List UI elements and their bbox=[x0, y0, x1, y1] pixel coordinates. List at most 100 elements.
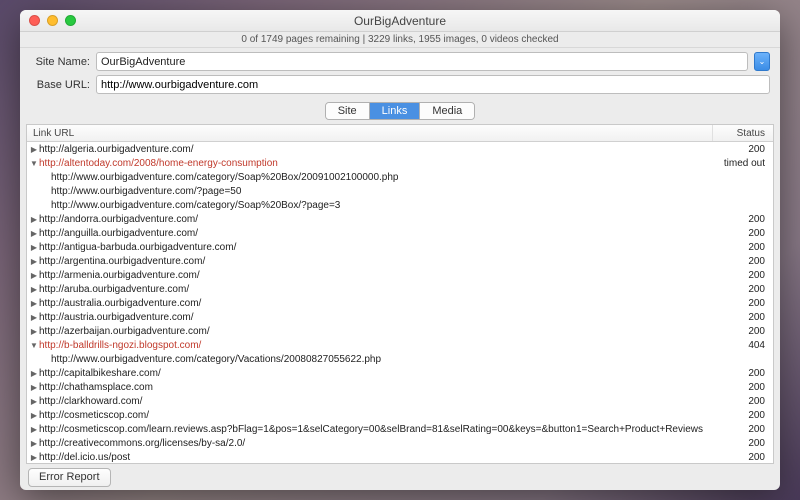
row-status: 200 bbox=[713, 270, 773, 281]
disclosure-right-icon[interactable]: ▶ bbox=[29, 327, 39, 336]
row-status: 200 bbox=[713, 424, 773, 435]
table-row[interactable]: ▶http://australia.ourbigadventure.com/20… bbox=[27, 296, 773, 310]
table-header[interactable]: Link URL Status bbox=[27, 125, 773, 142]
row-url: http://australia.ourbigadventure.com/ bbox=[39, 298, 713, 309]
tab-links[interactable]: Links bbox=[370, 103, 421, 119]
row-url: http://cosmeticscop.com/ bbox=[39, 410, 713, 421]
row-url: http://anguilla.ourbigadventure.com/ bbox=[39, 228, 713, 239]
table-row[interactable]: ▶http://antigua-barbuda.ourbigadventure.… bbox=[27, 240, 773, 254]
row-url: http://austria.ourbigadventure.com/ bbox=[39, 312, 713, 323]
titlebar[interactable]: OurBigAdventure bbox=[20, 10, 780, 32]
table-body[interactable]: ▶http://algeria.ourbigadventure.com/200▼… bbox=[27, 142, 773, 463]
disclosure-down-icon[interactable]: ▼ bbox=[29, 341, 39, 350]
row-status: 200 bbox=[713, 382, 773, 393]
disclosure-right-icon[interactable]: ▶ bbox=[29, 243, 39, 252]
table-row[interactable]: ▶http://anguilla.ourbigadventure.com/200 bbox=[27, 226, 773, 240]
table-row[interactable]: ▶http://del.icio.us/post200 bbox=[27, 450, 773, 463]
error-report-button[interactable]: Error Report bbox=[28, 468, 111, 487]
disclosure-right-icon[interactable]: ▶ bbox=[29, 397, 39, 406]
row-url: http://argentina.ourbigadventure.com/ bbox=[39, 256, 713, 267]
row-status: 200 bbox=[713, 242, 773, 253]
row-status: 200 bbox=[713, 368, 773, 379]
table-row[interactable]: http://www.ourbigadventure.com/category/… bbox=[27, 170, 773, 184]
row-status: timed out bbox=[713, 158, 773, 169]
site-name-label: Site Name: bbox=[30, 56, 90, 68]
view-segmented-control: Site Links Media bbox=[20, 100, 780, 124]
disclosure-right-icon[interactable]: ▶ bbox=[29, 299, 39, 308]
row-status: 200 bbox=[713, 438, 773, 449]
links-table: Link URL Status ▶http://algeria.ourbigad… bbox=[26, 124, 774, 464]
table-row[interactable]: ▶http://andorra.ourbigadventure.com/200 bbox=[27, 212, 773, 226]
row-url: http://andorra.ourbigadventure.com/ bbox=[39, 214, 713, 225]
close-icon[interactable] bbox=[29, 15, 40, 26]
base-url-input[interactable] bbox=[96, 75, 770, 94]
table-row[interactable]: ▶http://cosmeticscop.com/learn.reviews.a… bbox=[27, 422, 773, 436]
row-url: http://b-balldrills-ngozi.blogspot.com/ bbox=[39, 340, 713, 351]
disclosure-right-icon[interactable]: ▶ bbox=[29, 271, 39, 280]
disclosure-down-icon[interactable]: ▼ bbox=[29, 159, 39, 168]
status-summary: 0 of 1749 pages remaining | 3229 links, … bbox=[20, 32, 780, 48]
row-status: 200 bbox=[713, 396, 773, 407]
disclosure-right-icon[interactable]: ▶ bbox=[29, 145, 39, 154]
table-row[interactable]: http://www.ourbigadventure.com/category/… bbox=[27, 352, 773, 366]
disclosure-right-icon[interactable]: ▶ bbox=[29, 285, 39, 294]
table-row[interactable]: ▼http://altentoday.com/2008/home-energy-… bbox=[27, 156, 773, 170]
row-status: 200 bbox=[713, 298, 773, 309]
tab-media[interactable]: Media bbox=[420, 103, 474, 119]
table-row[interactable]: ▶http://chathamsplace.com200 bbox=[27, 380, 773, 394]
disclosure-right-icon[interactable]: ▶ bbox=[29, 383, 39, 392]
disclosure-right-icon[interactable]: ▶ bbox=[29, 215, 39, 224]
table-row[interactable]: ▶http://capitalbikeshare.com/200 bbox=[27, 366, 773, 380]
traffic-lights bbox=[20, 15, 76, 26]
table-row[interactable]: ▼http://b-balldrills-ngozi.blogspot.com/… bbox=[27, 338, 773, 352]
row-url: http://capitalbikeshare.com/ bbox=[39, 368, 713, 379]
table-row[interactable]: ▶http://algeria.ourbigadventure.com/200 bbox=[27, 142, 773, 156]
table-row[interactable]: ▶http://austria.ourbigadventure.com/200 bbox=[27, 310, 773, 324]
row-url: http://del.icio.us/post bbox=[39, 452, 713, 463]
row-status: 200 bbox=[713, 256, 773, 267]
disclosure-right-icon[interactable]: ▶ bbox=[29, 453, 39, 462]
table-row[interactable]: ▶http://azerbaijan.ourbigadventure.com/2… bbox=[27, 324, 773, 338]
footer: Error Report bbox=[20, 464, 780, 490]
row-url: http://www.ourbigadventure.com/category/… bbox=[51, 200, 713, 211]
table-row[interactable]: ▶http://argentina.ourbigadventure.com/20… bbox=[27, 254, 773, 268]
app-window: OurBigAdventure 0 of 1749 pages remainin… bbox=[20, 10, 780, 490]
row-url: http://armenia.ourbigadventure.com/ bbox=[39, 270, 713, 281]
site-name-input[interactable] bbox=[96, 52, 748, 71]
disclosure-right-icon[interactable]: ▶ bbox=[29, 369, 39, 378]
window-title: OurBigAdventure bbox=[20, 14, 780, 28]
table-row[interactable]: ▶http://cosmeticscop.com/200 bbox=[27, 408, 773, 422]
zoom-icon[interactable] bbox=[65, 15, 76, 26]
column-url[interactable]: Link URL bbox=[27, 125, 713, 141]
row-url: http://azerbaijan.ourbigadventure.com/ bbox=[39, 326, 713, 337]
tab-site[interactable]: Site bbox=[326, 103, 370, 119]
row-status: 200 bbox=[713, 452, 773, 463]
disclosure-right-icon[interactable]: ▶ bbox=[29, 439, 39, 448]
table-row[interactable]: ▶http://armenia.ourbigadventure.com/200 bbox=[27, 268, 773, 282]
row-status: 200 bbox=[713, 228, 773, 239]
base-url-label: Base URL: bbox=[30, 79, 90, 91]
disclosure-right-icon[interactable]: ▶ bbox=[29, 229, 39, 238]
row-status: 200 bbox=[713, 326, 773, 337]
column-status[interactable]: Status bbox=[713, 125, 773, 141]
table-row[interactable]: http://www.ourbigadventure.com/category/… bbox=[27, 198, 773, 212]
disclosure-right-icon[interactable]: ▶ bbox=[29, 425, 39, 434]
disclosure-right-icon[interactable]: ▶ bbox=[29, 411, 39, 420]
table-row[interactable]: http://www.ourbigadventure.com/?page=50 bbox=[27, 184, 773, 198]
site-dropdown-button[interactable]: ⌄ bbox=[754, 52, 770, 71]
row-status: 200 bbox=[713, 410, 773, 421]
disclosure-right-icon[interactable]: ▶ bbox=[29, 257, 39, 266]
row-url: http://www.ourbigadventure.com/category/… bbox=[51, 172, 713, 183]
minimize-icon[interactable] bbox=[47, 15, 58, 26]
table-row[interactable]: ▶http://aruba.ourbigadventure.com/200 bbox=[27, 282, 773, 296]
row-status: 200 bbox=[713, 214, 773, 225]
disclosure-right-icon[interactable]: ▶ bbox=[29, 313, 39, 322]
table-row[interactable]: ▶http://clarkhoward.com/200 bbox=[27, 394, 773, 408]
row-url: http://altentoday.com/2008/home-energy-c… bbox=[39, 158, 713, 169]
table-row[interactable]: ▶http://creativecommons.org/licenses/by-… bbox=[27, 436, 773, 450]
row-url: http://www.ourbigadventure.com/category/… bbox=[51, 354, 713, 365]
row-url: http://www.ourbigadventure.com/?page=50 bbox=[51, 186, 713, 197]
row-status: 200 bbox=[713, 312, 773, 323]
row-url: http://aruba.ourbigadventure.com/ bbox=[39, 284, 713, 295]
row-url: http://chathamsplace.com bbox=[39, 382, 713, 393]
